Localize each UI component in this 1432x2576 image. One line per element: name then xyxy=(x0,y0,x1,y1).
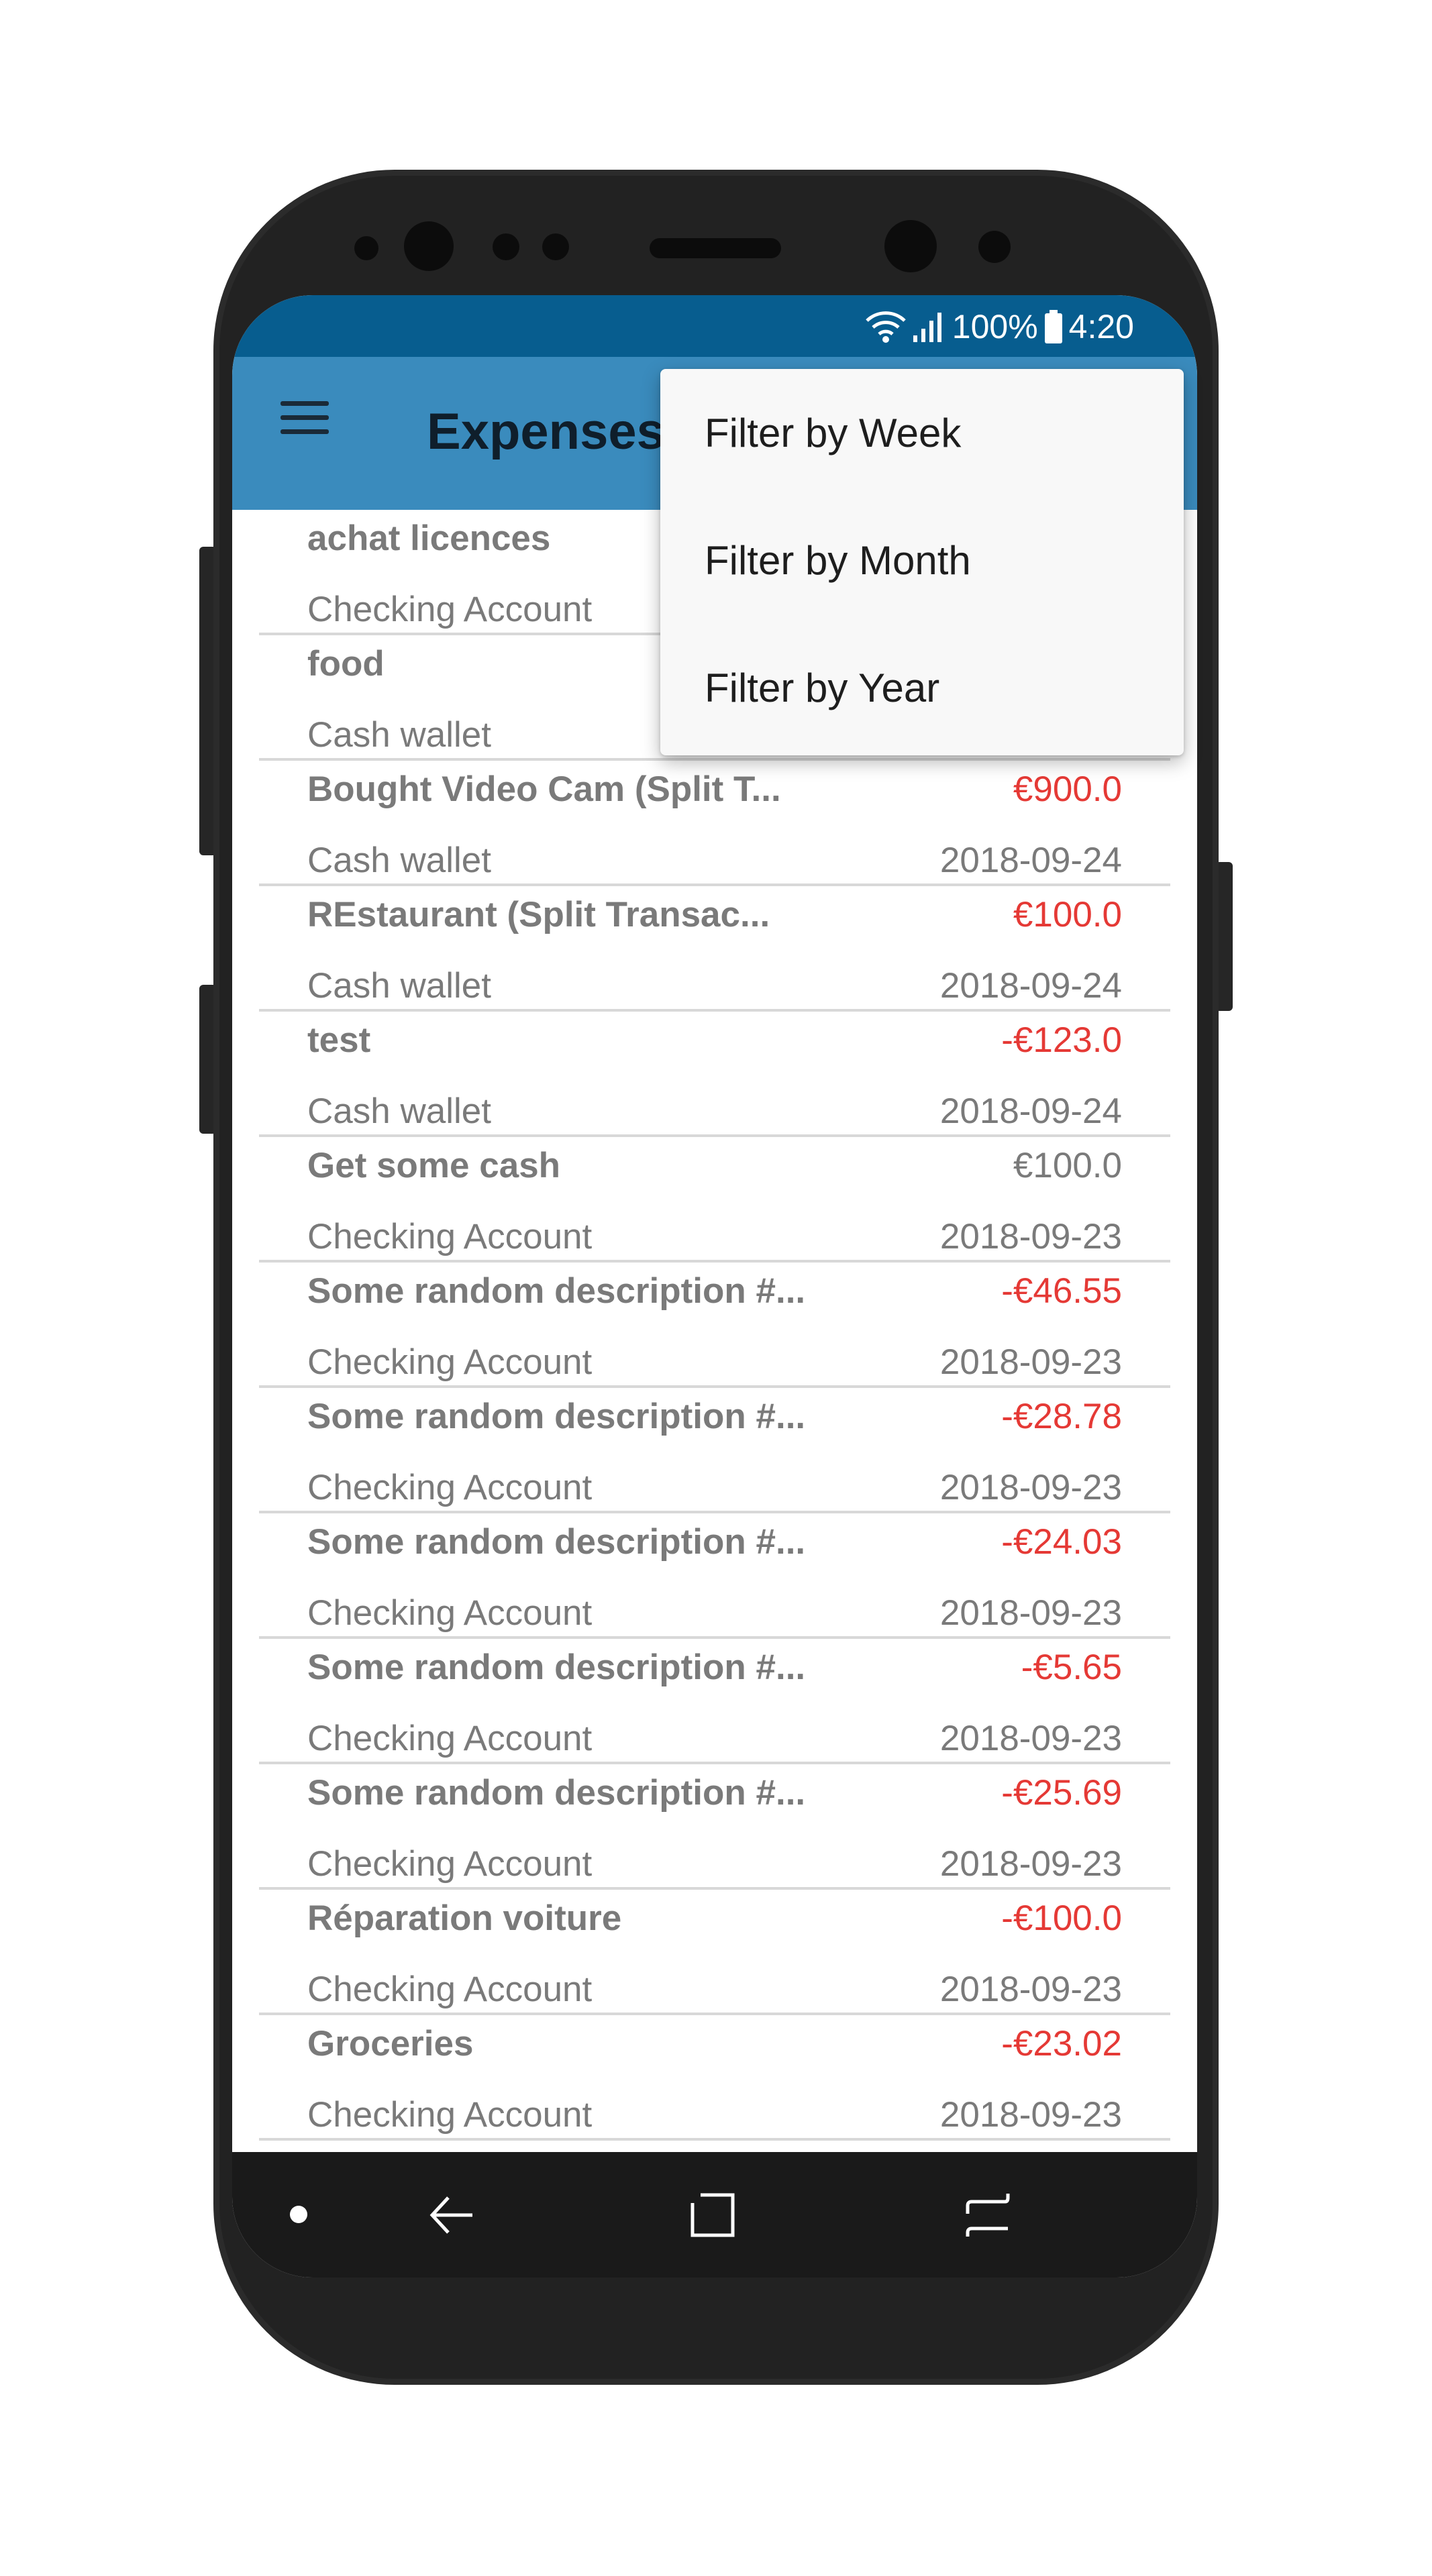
front-camera xyxy=(884,220,937,272)
transaction-list[interactable]: achat licences Checking Account food Cas… xyxy=(259,510,1170,2152)
transaction-date: 2018-09-24 xyxy=(939,841,1122,880)
transaction-description: test xyxy=(307,1020,371,1060)
transaction-description: achat licences xyxy=(307,519,551,558)
transaction-account: Cash wallet xyxy=(307,715,491,755)
transaction-amount: -€28.78 xyxy=(1001,1397,1122,1436)
transaction-description: Get some cash xyxy=(307,1146,561,1185)
earpiece-speaker xyxy=(650,238,781,258)
transaction-amount: -€100.0 xyxy=(1001,1898,1122,1938)
back-icon[interactable] xyxy=(427,2191,475,2243)
sensor-dot xyxy=(978,231,1011,263)
list-item[interactable]: Some random description #... -€25.69 Che… xyxy=(259,1764,1170,1890)
transaction-account: Checking Account xyxy=(307,1719,593,1758)
sensor-dot xyxy=(542,233,569,260)
transaction-account: Checking Account xyxy=(307,1970,593,2009)
transaction-date: 2018-09-23 xyxy=(939,2095,1122,2135)
list-item[interactable]: Some random description #... -€24.03 Che… xyxy=(259,1513,1170,1639)
transaction-amount: -€24.03 xyxy=(1001,1522,1122,1562)
signal-icon xyxy=(912,310,947,343)
transaction-amount: €900.0 xyxy=(1013,769,1122,809)
transaction-account: Cash wallet xyxy=(307,1091,491,1131)
battery-percent: 100% xyxy=(952,308,1038,345)
list-item[interactable]: Groceries -€23.02 Checking Account 2018-… xyxy=(259,2015,1170,2141)
status-icons: 100% 4:20 xyxy=(865,307,1134,347)
sensor-dot xyxy=(493,233,519,260)
transaction-date: 2018-09-23 xyxy=(939,1593,1122,1633)
battery-icon xyxy=(1043,309,1064,344)
list-item[interactable]: Some random description #... -€46.55 Che… xyxy=(259,1263,1170,1388)
transaction-amount: -€5.65 xyxy=(1021,1648,1122,1687)
clock: 4:20 xyxy=(1068,308,1134,345)
transaction-account: Checking Account xyxy=(307,590,593,629)
transaction-date: 2018-09-23 xyxy=(939,1719,1122,1758)
transaction-description: Some random description #... xyxy=(307,1522,806,1562)
transaction-date: 2018-09-23 xyxy=(939,1468,1122,1507)
transaction-date: 2018-09-23 xyxy=(939,1970,1122,2009)
transaction-date: 2018-09-23 xyxy=(939,1217,1122,1256)
list-item[interactable]: Some random description #... -€28.78 Che… xyxy=(259,1388,1170,1513)
list-item[interactable]: REstaurant (Split Transac... €100.0 Cash… xyxy=(259,886,1170,1012)
transaction-amount: €100.0 xyxy=(1013,895,1122,934)
list-item[interactable]: Some random description #... -€5.65 Chec… xyxy=(259,1639,1170,1764)
transaction-date: 2018-09-23 xyxy=(939,1844,1122,1884)
list-item[interactable]: Réparation voiture -€100.0 Checking Acco… xyxy=(259,1890,1170,2015)
dot-icon[interactable] xyxy=(290,2206,307,2223)
iris-sensor xyxy=(404,221,454,271)
transaction-amount: €100.0 xyxy=(1013,1146,1122,1185)
transaction-account: Cash wallet xyxy=(307,966,491,1006)
transaction-account: Checking Account xyxy=(307,2095,593,2135)
transaction-date: 2018-09-24 xyxy=(939,1091,1122,1131)
transaction-account: Checking Account xyxy=(307,1468,593,1507)
transaction-description: Some random description #... xyxy=(307,1271,806,1311)
page-title: Expenses xyxy=(427,403,665,460)
transaction-amount: -€23.02 xyxy=(1001,2024,1122,2063)
filter-menu: Filter by Week Filter by Month Filter by… xyxy=(660,369,1184,755)
transaction-account: Checking Account xyxy=(307,1342,593,1382)
home-icon[interactable] xyxy=(688,2191,737,2243)
list-item[interactable]: test -€123.0 Cash wallet 2018-09-24 xyxy=(259,1012,1170,1137)
wifi-icon xyxy=(865,310,907,343)
menu-item-filter-year[interactable]: Filter by Year xyxy=(660,624,1184,751)
hamburger-menu-icon[interactable] xyxy=(280,397,329,437)
recents-icon[interactable] xyxy=(964,2191,1012,2243)
transaction-description: Bought Video Cam (Split T... xyxy=(307,769,781,809)
transaction-amount: -€46.55 xyxy=(1001,1271,1122,1311)
transaction-account: Cash wallet xyxy=(307,841,491,880)
transaction-description: Groceries xyxy=(307,2024,474,2063)
transaction-date: 2018-09-24 xyxy=(939,966,1122,1006)
navigation-bar xyxy=(232,2152,1197,2277)
list-item[interactable]: Bought Video Cam (Split T... €900.0 Cash… xyxy=(259,761,1170,886)
transaction-account: Checking Account xyxy=(307,1593,593,1633)
transaction-description: food xyxy=(307,644,385,684)
transaction-date: 2018-09-23 xyxy=(939,1342,1122,1382)
page: 100% 4:20 Expenses achat licences Checki… xyxy=(0,0,1432,2576)
transaction-description: Some random description #... xyxy=(307,1648,806,1687)
menu-item-filter-month[interactable]: Filter by Month xyxy=(660,496,1184,624)
transaction-account: Checking Account xyxy=(307,1844,593,1884)
status-bar: 100% 4:20 xyxy=(232,295,1197,357)
transaction-amount: -€123.0 xyxy=(1001,1020,1122,1060)
transaction-description: Some random description #... xyxy=(307,1773,806,1813)
menu-item-filter-week[interactable]: Filter by Week xyxy=(660,369,1184,496)
transaction-description: Some random description #... xyxy=(307,1397,806,1436)
transaction-description: REstaurant (Split Transac... xyxy=(307,895,770,934)
transaction-account: Checking Account xyxy=(307,1217,593,1256)
list-item[interactable]: Get some cash €100.0 Checking Account 20… xyxy=(259,1137,1170,1263)
transaction-description: Réparation voiture xyxy=(307,1898,622,1938)
sensor-dot xyxy=(354,236,378,260)
transaction-amount: -€25.69 xyxy=(1001,1773,1122,1813)
